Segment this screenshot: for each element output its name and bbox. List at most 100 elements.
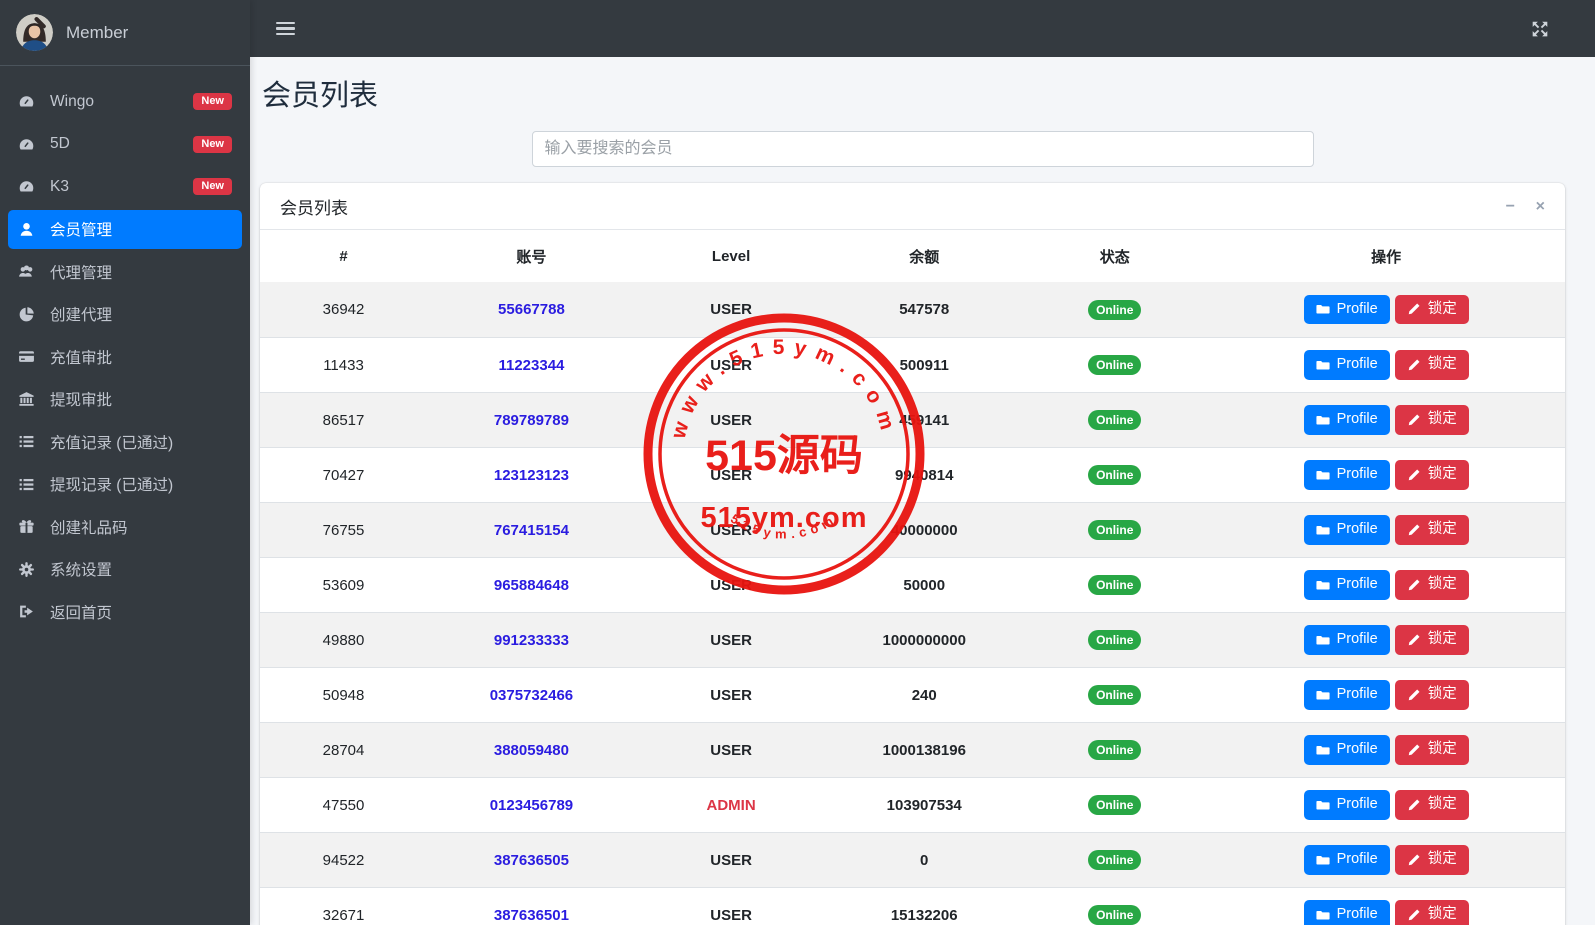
status-badge: Online [1088,685,1142,705]
tachometer-icon [18,179,38,195]
member-level: USER [710,741,752,759]
member-account-link[interactable]: 123123123 [494,467,569,484]
member-account-link[interactable]: 991233333 [494,632,569,649]
profile-button[interactable]: Profile [1303,735,1390,765]
sidebar-item-label: 提现记录 (已通过) [50,477,174,494]
list-icon [18,434,38,450]
folder-icon [1316,302,1330,316]
lock-button[interactable]: 锁定 [1394,294,1469,325]
sidebar-item-back-home[interactable]: 返回首页 [8,592,242,631]
lock-button[interactable]: 锁定 [1394,350,1469,380]
profile-button-label: Profile [1336,466,1378,483]
lock-button[interactable]: 锁定 [1394,460,1469,490]
lock-button[interactable]: 锁定 [1394,625,1469,655]
lock-button[interactable]: 锁定 [1394,515,1469,545]
profile-button[interactable]: Profile [1303,680,1390,710]
member-account-link[interactable]: 55667788 [498,301,565,318]
member-level: USER [710,521,752,539]
profile-button[interactable]: Profile [1303,460,1390,490]
lock-button[interactable]: 锁定 [1394,900,1469,925]
profile-button[interactable]: Profile [1303,294,1390,325]
profile-button[interactable]: Profile [1303,845,1390,875]
table-row: 53609 965884648 USER 50000 Online Profile 锁定 [260,557,1565,612]
member-account-link[interactable]: 0375732466 [490,687,573,704]
sidebar-item-create-giftcode[interactable]: 创建礼品码 [8,507,242,546]
profile-button[interactable]: Profile [1303,790,1390,820]
lock-button-label: 锁定 [1427,796,1457,813]
column-header-actions: 操作 [1371,248,1402,266]
sidebar-item-withdraw-approval[interactable]: 提现审批 [8,380,242,419]
profile-button-label: Profile [1336,521,1378,538]
member-search-input[interactable] [531,131,1314,167]
member-account-link[interactable]: 387636501 [494,907,569,924]
lock-button-label: 锁定 [1427,466,1457,483]
gift-icon [18,519,38,535]
member-balance: 103907534 [886,796,962,814]
lock-button-label: 锁定 [1427,521,1457,538]
profile-button-label: Profile [1336,300,1378,317]
sidebar-item-label: Wingo [50,92,94,110]
minimize-icon[interactable]: − [1506,198,1515,215]
lock-button[interactable]: 锁定 [1394,790,1469,820]
folder-icon [1316,578,1330,592]
gear-icon [18,561,38,577]
table-row: 49880 991233333 USER 1000000000 Online Profil… [260,612,1565,667]
member-account-link[interactable]: 767415154 [494,522,569,539]
sidebar-item-withdraw-records[interactable]: 提现记录 (已通过) [8,465,242,504]
member-account-link[interactable]: 789789789 [494,412,569,429]
lock-button[interactable]: 锁定 [1394,570,1469,600]
profile-button-label: Profile [1336,851,1378,868]
member-balance: 9940814 [895,466,954,484]
sidebar-item-member-management[interactable]: 会员管理 [8,209,242,249]
lock-button[interactable]: 锁定 [1394,735,1469,765]
profile-button-label: Profile [1336,576,1378,593]
sidebar-item-system-settings[interactable]: 系统设置 [8,550,242,589]
users-icon [18,264,38,280]
profile-button[interactable]: Profile [1303,900,1390,925]
member-account-link[interactable]: 11223344 [498,357,564,374]
lock-button[interactable]: 锁定 [1394,405,1469,435]
table-header-row: # 账号 Level 余额 状态 操作 [260,230,1565,282]
profile-button-label: Profile [1336,741,1378,758]
lock-button[interactable]: 锁定 [1394,845,1469,875]
sidebar-item-label: 提现审批 [50,392,113,409]
member-level: USER [710,301,752,318]
profile-button[interactable]: Profile [1303,570,1390,600]
profile-button[interactable]: Profile [1303,350,1390,380]
status-badge: Online [1088,575,1142,595]
tachometer-icon [18,94,38,110]
status-badge: Online [1088,905,1142,925]
member-balance: 15132206 [890,906,958,924]
status-badge: Online [1088,465,1142,485]
hamburger-menu-icon[interactable] [276,19,295,39]
lock-button[interactable]: 锁定 [1394,680,1469,710]
sign-out-icon [18,604,38,620]
sidebar-item-wingo[interactable]: Wingo New [8,82,242,121]
sidebar-item-5d[interactable]: 5D New [8,125,242,164]
lock-button-label: 锁定 [1427,741,1457,758]
member-id: 36942 [322,301,365,318]
pencil-icon [1407,688,1421,702]
sidebar-item-agent-management[interactable]: 代理管理 [8,252,242,291]
table-row: 11433 11223344 USER 500911 Online Profile 锁定 [260,337,1565,392]
column-header-status: 状态 [1099,248,1130,266]
member-account-link[interactable]: 388059480 [494,742,569,759]
member-balance: 1000000000 [882,631,966,649]
sidebar-item-recharge-records[interactable]: 充值记录 (已通过) [8,422,242,461]
column-header-index: # [339,247,348,265]
pencil-icon [1407,468,1421,482]
sidebar-item-k3[interactable]: K3 New [8,167,242,206]
fullscreen-expand-icon[interactable] [1531,20,1549,38]
bank-icon [18,391,38,407]
profile-button[interactable]: Profile [1303,625,1390,655]
sidebar-item-recharge-approval[interactable]: 充值审批 [8,337,242,376]
sidebar-item-create-agent[interactable]: 创建代理 [8,295,242,334]
member-account-link[interactable]: 0123456789 [490,797,573,814]
member-account-link[interactable]: 965884648 [494,577,569,594]
close-icon[interactable]: × [1536,198,1545,215]
profile-button-label: Profile [1336,906,1378,923]
member-account-link[interactable]: 387636505 [494,852,569,869]
profile-button[interactable]: Profile [1303,515,1390,545]
profile-button[interactable]: Profile [1303,405,1390,435]
table-row: 50948 0375732466 USER 240 Online Profile 锁定 [260,667,1565,722]
